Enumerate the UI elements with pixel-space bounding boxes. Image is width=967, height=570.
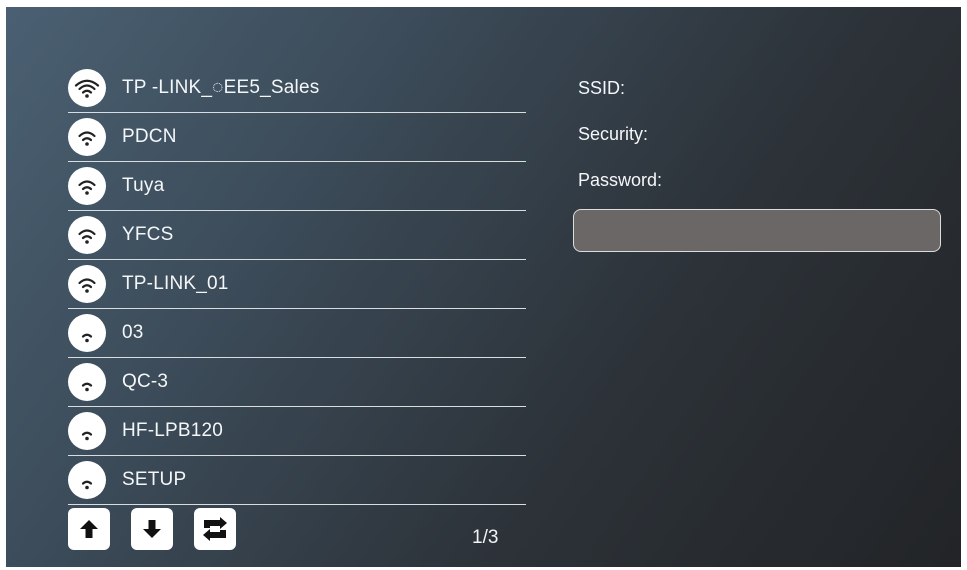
page-indicator: 1/3 [472,527,499,548]
security-label: Security: [578,124,649,144]
wifi-network-item[interactable]: 03 [68,309,526,358]
wifi-strong-icon [68,265,106,303]
wifi-strong-icon [68,216,106,254]
wifi-network-name: 03 [122,322,144,343]
wifi-network-name: HF-LPB120 [122,420,224,441]
page-down-button[interactable] [131,508,173,550]
wifi-weak-icon [68,412,106,450]
wifi-network-item[interactable]: Tuya [68,162,526,211]
wifi-network-name: YFCS [122,224,174,245]
wifi-network-item[interactable]: SETUP [68,456,526,505]
wifi-network-name: QC-3 [122,371,169,392]
wifi-strong-icon [68,69,106,107]
password-field[interactable] [573,209,941,252]
password-label: Password: [578,170,663,190]
wifi-network-item[interactable]: QC-3 [68,358,526,407]
wifi-strong-icon [68,118,106,156]
ssid-label: SSID: [578,78,626,98]
wifi-network-item[interactable]: TP-LINK_01 [68,260,526,309]
list-controls [68,508,236,550]
wifi-weak-icon [68,363,106,401]
wifi-network-item[interactable]: YFCS [68,211,526,260]
wifi-network-name: SETUP [122,469,187,490]
refresh-button[interactable] [194,508,236,550]
wifi-network-item[interactable]: PDCN [68,113,526,162]
arrow-down-icon [143,520,161,538]
refresh-icon [203,517,227,541]
wifi-network-item[interactable]: TP -LINK_◌EE5_Sales [68,64,526,113]
wifi-network-name: PDCN [122,126,177,147]
arrow-up-icon [80,520,98,538]
wifi-network-list: TP -LINK_◌EE5_Sales PDCN Tuya YFCS TP-LI… [68,64,526,505]
wifi-weak-icon [68,314,106,352]
wifi-network-name: TP-LINK_01 [122,273,229,294]
wifi-network-item[interactable]: HF-LPB120 [68,407,526,456]
page-up-button[interactable] [68,508,110,550]
wifi-strong-icon [68,167,106,205]
network-details: SSID: Security: Password: [578,76,662,214]
wifi-network-name: Tuya [122,175,165,196]
wifi-network-name: TP -LINK_◌EE5_Sales [122,77,320,98]
wifi-weak-icon [68,461,106,499]
wifi-settings-screen: TP -LINK_◌EE5_Sales PDCN Tuya YFCS TP-LI… [6,7,961,567]
